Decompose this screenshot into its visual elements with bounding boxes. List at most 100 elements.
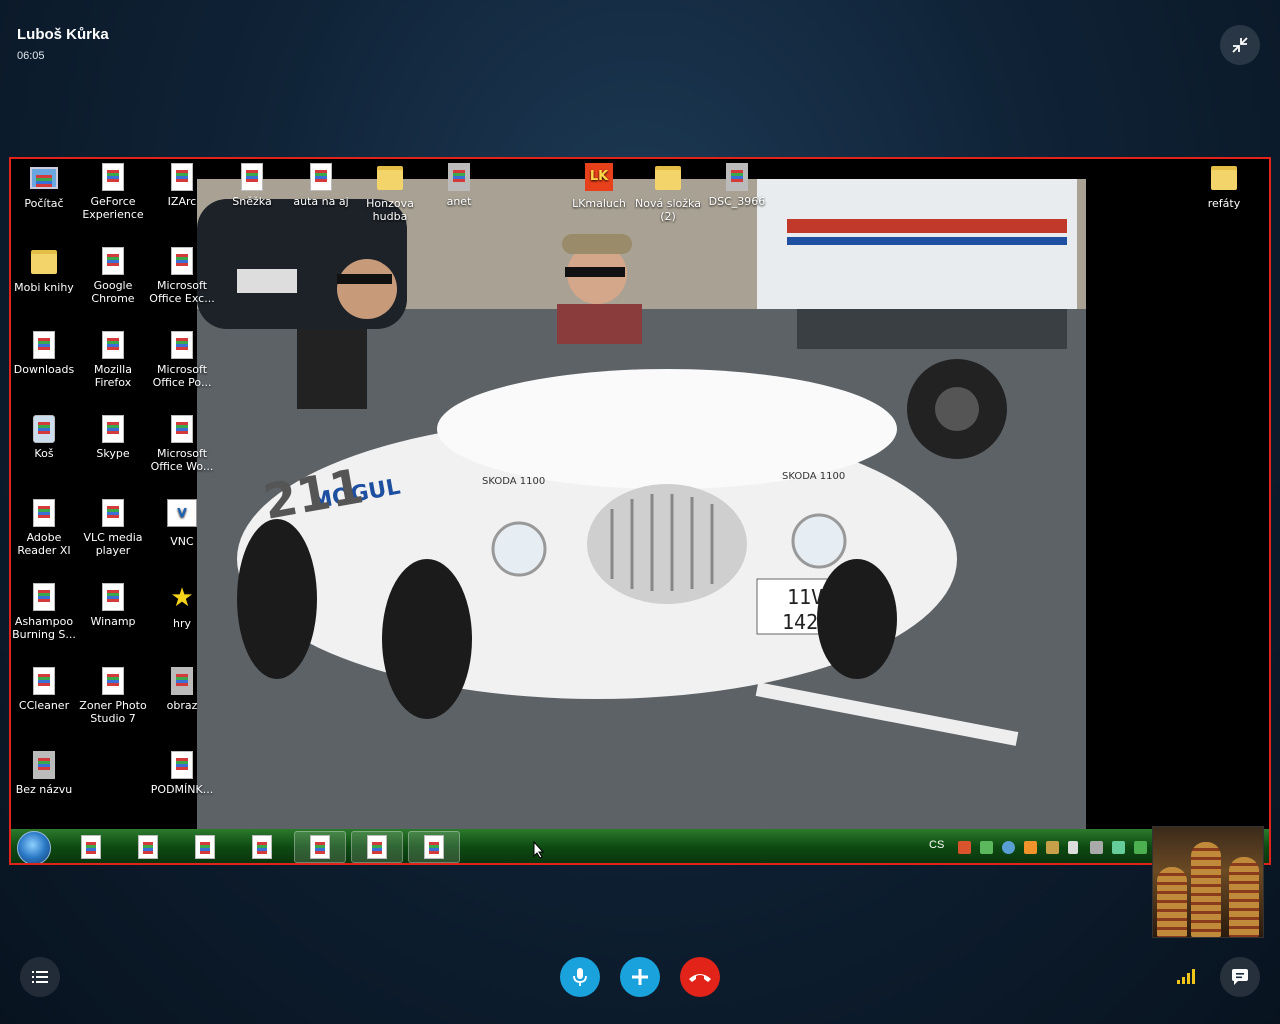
- hang-up-icon: [689, 974, 711, 982]
- desktop-icon[interactable]: Winamp: [78, 583, 148, 628]
- self-video-figure: [1229, 857, 1259, 937]
- desktop-icon[interactable]: Mobi knihy: [11, 247, 79, 294]
- network-icon[interactable]: [1112, 841, 1125, 854]
- desktop-icon[interactable]: anet: [424, 163, 494, 208]
- desktop-icon-label: Zoner Photo Studio 7: [79, 699, 147, 725]
- desktop-icon-label: Google Chrome: [91, 279, 135, 305]
- tray-icon[interactable]: [958, 841, 971, 854]
- desktop-icon-label: Skype: [96, 447, 130, 460]
- desktop-icon[interactable]: obraz: [147, 667, 217, 712]
- desktop-icon[interactable]: GeForce Experience: [78, 163, 148, 221]
- chat-button[interactable]: [1220, 957, 1260, 997]
- desktop-icon-label: IZArc: [167, 195, 197, 208]
- taskbar: CS: [11, 829, 1269, 863]
- tray-icon[interactable]: [1002, 841, 1015, 854]
- language-indicator[interactable]: CS: [929, 839, 944, 851]
- desktop-icon[interactable]: CCleaner: [11, 667, 79, 712]
- desktop-icon[interactable]: V VNC: [147, 499, 217, 548]
- desktop-icon[interactable]: Skype: [78, 415, 148, 460]
- signal-strength-icon[interactable]: [1177, 968, 1195, 984]
- desktop-icon[interactable]: Nová složka (2): [633, 163, 703, 223]
- shortcut-icon: [102, 331, 124, 359]
- wallpaper-photo: 11V 1428 SKODA 1100 SKODA 1100 MOGUL 211: [197, 179, 1086, 829]
- taskbar-app[interactable]: [236, 831, 288, 863]
- end-call-button[interactable]: [680, 957, 720, 997]
- desktop-icon-label: Winamp: [90, 615, 136, 628]
- taskbar-app[interactable]: [294, 831, 346, 863]
- desktop-icon[interactable]: IZArc: [147, 163, 217, 208]
- image-file-icon: [726, 163, 748, 191]
- folder-icon: [31, 250, 57, 274]
- trash-icon: [33, 415, 55, 443]
- lk-app-icon: LK: [585, 163, 613, 191]
- desktop-icon[interactable]: auta na aj: [286, 163, 356, 208]
- desktop-icon-label: Sněžka: [232, 195, 272, 208]
- desktop-icon[interactable]: DSC_3966: [702, 163, 772, 208]
- shortcut-icon: [102, 583, 124, 611]
- shortcut-icon: [33, 583, 55, 611]
- desktop-icon[interactable]: Mozilla Firefox: [78, 331, 148, 389]
- taskbar-app[interactable]: [179, 831, 231, 863]
- desktop-icon[interactable]: Google Chrome: [78, 247, 148, 305]
- mouse-cursor-icon: [533, 841, 545, 859]
- shortcut-icon: [310, 163, 332, 191]
- desktop-icon[interactable]: Zoner Photo Studio 7: [78, 667, 148, 725]
- desktop-icon-label: Počítač: [24, 197, 64, 210]
- desktop-icon-label: anet: [446, 195, 472, 208]
- shortcut-icon: [171, 751, 193, 779]
- flag-icon[interactable]: [1068, 841, 1078, 854]
- shortcut-icon: [102, 667, 124, 695]
- desktop-icon-label: DSC_3966: [708, 195, 766, 208]
- folder-icon: [377, 166, 403, 190]
- shortcut-icon: [33, 331, 55, 359]
- computer-icon: [30, 167, 58, 189]
- shortcut-icon: [241, 163, 263, 191]
- call-duration: 06:05: [17, 50, 45, 62]
- taskbar-app[interactable]: [65, 831, 117, 863]
- taskbar-app[interactable]: [408, 831, 460, 863]
- desktop-icon-label: GeForce Experience: [82, 195, 144, 221]
- minimize-button[interactable]: [1220, 25, 1260, 65]
- desktop-icon[interactable]: Honzova hudba: [355, 163, 425, 223]
- tray-icon[interactable]: [1046, 841, 1059, 854]
- tray-icon[interactable]: [1090, 841, 1103, 854]
- add-participant-button[interactable]: [620, 957, 660, 997]
- menu-button[interactable]: [20, 957, 60, 997]
- desktop-icon[interactable]: Adobe Reader XI: [11, 499, 79, 557]
- desktop-icon[interactable]: Bez názvu: [11, 751, 79, 796]
- desktop-icon[interactable]: Microsoft Office Po...: [147, 331, 217, 389]
- desktop-icon[interactable]: Počítač: [11, 163, 79, 210]
- list-icon: [32, 971, 48, 983]
- plus-icon: [632, 969, 648, 985]
- shortcut-icon: [33, 667, 55, 695]
- license-plate-line1: 11V: [787, 585, 823, 609]
- desktop-icon-label: LKmaluch: [572, 197, 626, 210]
- desktop-icon[interactable]: LK LKmaluch: [564, 163, 634, 210]
- folder-icon: [655, 166, 681, 190]
- shortcut-icon: [171, 247, 193, 275]
- desktop-icon[interactable]: VLC media player: [78, 499, 148, 557]
- desktop-icon[interactable]: Microsoft Office Exc...: [147, 247, 217, 305]
- desktop-icon[interactable]: refáty: [1189, 163, 1259, 210]
- desktop-icon[interactable]: Downloads: [11, 331, 79, 376]
- mute-button[interactable]: [560, 957, 600, 997]
- desktop-icon[interactable]: Koš: [11, 415, 79, 460]
- app-icon: [424, 835, 444, 859]
- vnc-icon: V: [167, 499, 197, 527]
- star-icon: ★: [170, 583, 194, 613]
- self-video-preview[interactable]: [1152, 826, 1264, 938]
- app-icon: [310, 835, 330, 859]
- desktop-icon[interactable]: Sněžka: [217, 163, 287, 208]
- desktop-icon[interactable]: Ashampoo Burning S...: [11, 583, 79, 641]
- desktop-icon-label: Mozilla Firefox: [94, 363, 132, 389]
- tray-icon[interactable]: [980, 841, 993, 854]
- start-button[interactable]: [17, 831, 51, 863]
- desktop-icon[interactable]: Microsoft Office Wo...: [147, 415, 217, 473]
- desktop-icon[interactable]: PODMÍNK...: [147, 751, 217, 796]
- tray-icon[interactable]: [1134, 841, 1147, 854]
- image-file-icon: [448, 163, 470, 191]
- taskbar-app[interactable]: [122, 831, 174, 863]
- tray-icon[interactable]: [1024, 841, 1037, 854]
- taskbar-app[interactable]: [351, 831, 403, 863]
- desktop-icon[interactable]: ★ hry: [147, 583, 217, 630]
